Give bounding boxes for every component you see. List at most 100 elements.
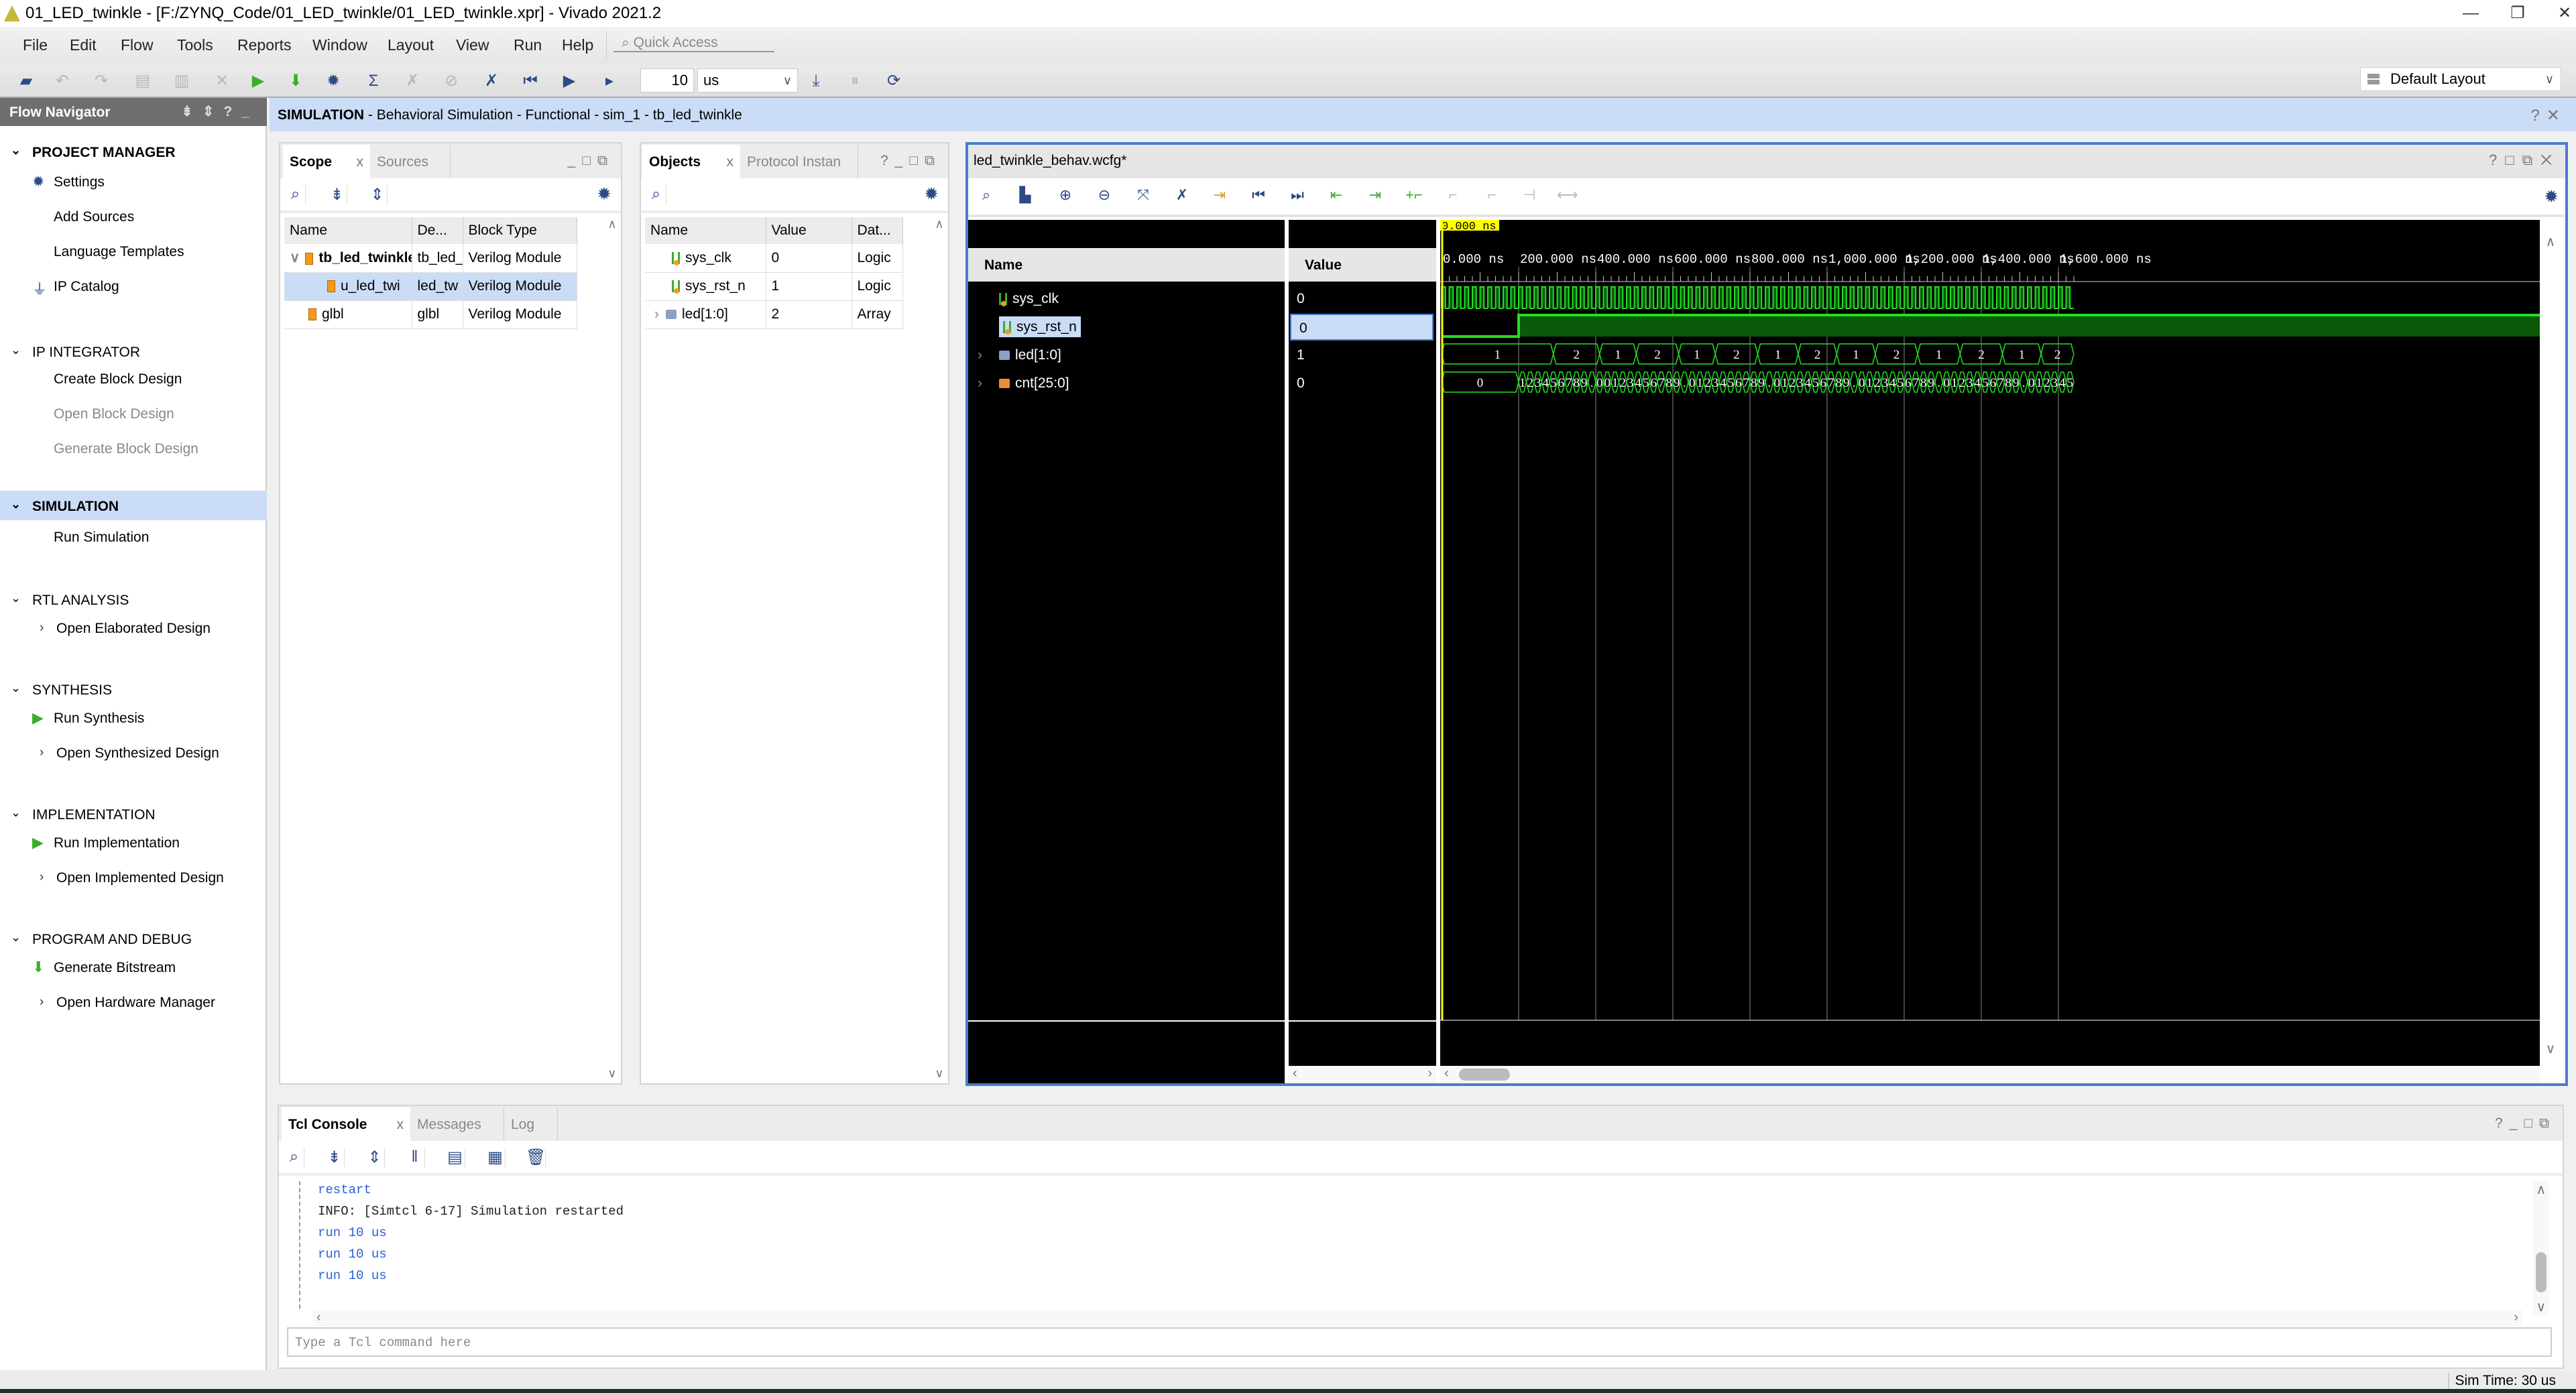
zoom-to-cursor-icon[interactable]: ✗: [1172, 186, 1192, 206]
open-project-icon[interactable]: ▰: [15, 70, 38, 93]
close-tab-icon[interactable]: x: [397, 1117, 404, 1133]
scroll-up-icon[interactable]: ∧: [2533, 1181, 2549, 1198]
col-name[interactable]: Name: [284, 217, 412, 244]
console-vscrollbar[interactable]: ∧ ∨: [2533, 1181, 2549, 1315]
run-all-icon[interactable]: ▶: [558, 70, 581, 93]
scroll-up-icon[interactable]: ∧: [2541, 233, 2560, 250]
menu-run[interactable]: Run: [514, 36, 542, 54]
scroll-down-icon[interactable]: ∨: [2541, 1040, 2560, 1057]
float-icon[interactable]: ⧉: [2539, 1115, 2556, 1131]
search-icon[interactable]: ⌕: [646, 185, 666, 205]
add-marker-icon[interactable]: +⌐: [1404, 186, 1424, 206]
copy-icon[interactable]: ▤: [445, 1148, 465, 1168]
scroll-left-icon[interactable]: ‹: [316, 1310, 321, 1325]
col-value[interactable]: Value: [766, 217, 852, 244]
float-icon[interactable]: ⧉: [597, 153, 614, 168]
scroll-down-icon[interactable]: ∨: [2533, 1298, 2549, 1315]
tab-objects[interactable]: Objects x: [642, 145, 740, 178]
tab-messages[interactable]: Messages: [410, 1107, 504, 1141]
nav-run-implementation[interactable]: ▶ Run Implementation: [32, 834, 180, 851]
break-icon[interactable]: ⏸: [843, 70, 866, 93]
redo-icon[interactable]: ↷: [90, 70, 113, 93]
close-icon[interactable]: ✕: [2546, 107, 2567, 125]
col-data-type[interactable]: Dat...: [852, 217, 903, 244]
close-tab-icon[interactable]: x: [357, 154, 364, 170]
save-icon[interactable]: ▙: [1015, 186, 1035, 206]
previous-transition-icon[interactable]: ⇤: [1326, 186, 1346, 206]
paste-icon[interactable]: ▥: [170, 70, 193, 93]
console-hscrollbar[interactable]: ‹ ›: [312, 1310, 2522, 1326]
waveform-plot[interactable]: 0.000 ns 200.000 ns 400.000 ns 600.000 ns 80…: [1440, 220, 2540, 1067]
minimize-button[interactable]: —: [2447, 1, 2494, 25]
zoom-out-icon[interactable]: ⊖: [1094, 186, 1114, 206]
nav-generate-block-design[interactable]: Generate Block Design: [54, 441, 198, 457]
table-row[interactable]: ∨ tb_led_twinkle tb_led_ Verilog Module: [284, 244, 577, 273]
scroll-thumb[interactable]: [2536, 1252, 2546, 1292]
close-tab-icon[interactable]: x: [727, 154, 734, 170]
menu-flow[interactable]: Flow: [121, 36, 154, 54]
section-project-manager[interactable]: ⌄ PROJECT MANAGER: [0, 137, 267, 166]
menu-layout[interactable]: Layout: [388, 36, 434, 54]
tab-sources[interactable]: Sources: [370, 145, 451, 178]
tab-protocol-instances[interactable]: Protocol Instan: [740, 145, 858, 178]
signal-row-cnt[interactable]: › cnt[25:0]: [968, 370, 1285, 397]
collapse-all-icon[interactable]: ⇟: [181, 104, 202, 119]
help-icon[interactable]: ?: [2495, 1115, 2510, 1131]
close-button[interactable]: ✕: [2541, 1, 2576, 25]
copy-icon[interactable]: ▤: [131, 70, 154, 93]
maximize-icon[interactable]: □: [582, 153, 597, 168]
minimize-icon[interactable]: _: [2510, 1115, 2524, 1131]
maximize-icon[interactable]: □: [2505, 152, 2522, 168]
menu-edit[interactable]: Edit: [70, 36, 97, 54]
gear-icon[interactable]: ✹: [924, 184, 939, 204]
menu-help[interactable]: Help: [562, 36, 593, 54]
menu-window[interactable]: Window: [312, 36, 367, 54]
scroll-up-icon[interactable]: ∧: [605, 217, 620, 231]
search-icon[interactable]: ⌕: [286, 185, 306, 205]
help-icon[interactable]: ?: [2489, 152, 2505, 168]
scroll-right-icon[interactable]: ›: [2514, 1310, 2518, 1325]
nav-open-hardware-manager[interactable]: › Open Hardware Manager: [40, 995, 215, 1011]
menu-tools[interactable]: Tools: [177, 36, 213, 54]
tab-log[interactable]: Log: [504, 1107, 558, 1141]
menu-file[interactable]: File: [23, 36, 48, 54]
scroll-right-icon[interactable]: ›: [1427, 1066, 1432, 1081]
go-to-cursor-icon[interactable]: ⇥: [1210, 186, 1230, 206]
undo-icon[interactable]: ↶: [51, 70, 74, 93]
restore-button[interactable]: ❐: [2494, 1, 2541, 25]
maximize-icon[interactable]: □: [2524, 1115, 2539, 1131]
expand-all-icon[interactable]: ⇕: [202, 104, 224, 119]
menu-reports[interactable]: Reports: [237, 36, 292, 54]
nav-run-simulation[interactable]: Run Simulation: [54, 530, 149, 546]
section-implementation[interactable]: ⌄ IMPLEMENTATION: [0, 799, 267, 829]
waveform-vscrollbar[interactable]: ∧ ∨: [2541, 220, 2560, 1067]
step-icon[interactable]: ⤓: [805, 70, 827, 93]
maximize-icon[interactable]: □: [909, 153, 925, 168]
run-icon[interactable]: ▶: [247, 70, 270, 93]
nav-language-templates[interactable]: Language Templates: [54, 244, 184, 260]
minimize-icon[interactable]: _: [568, 153, 583, 168]
tcl-command-input[interactable]: Type a Tcl command here: [287, 1327, 2552, 1357]
go-to-last-time-icon[interactable]: ⏭: [1287, 186, 1307, 206]
chevron-right-icon[interactable]: ›: [654, 306, 659, 322]
table-row[interactable]: glbl glbl Verilog Module: [284, 300, 577, 329]
search-icon[interactable]: ⌕: [284, 1148, 304, 1168]
delete-icon[interactable]: ✕: [211, 70, 233, 93]
search-icon[interactable]: ⌕: [976, 186, 996, 206]
value-header[interactable]: Value: [1289, 248, 1436, 282]
waveform-hscrollbar[interactable]: ‹: [1440, 1066, 2540, 1083]
swap-cursors-icon[interactable]: ⊣: [1519, 186, 1539, 206]
relaunch-icon[interactable]: ⟳: [882, 70, 905, 93]
float-icon[interactable]: ⧉: [2522, 152, 2541, 168]
restart-sim-icon[interactable]: ⏮: [519, 70, 542, 93]
nav-open-block-design[interactable]: Open Block Design: [54, 406, 174, 422]
nav-add-sources[interactable]: Add Sources: [54, 209, 134, 225]
value-hscrollbar[interactable]: ‹ ›: [1289, 1066, 1436, 1083]
chevron-right-icon[interactable]: ›: [978, 347, 982, 363]
run-time-input[interactable]: 10: [640, 68, 694, 93]
minimize-icon[interactable]: _: [241, 104, 259, 119]
section-rtl-analysis[interactable]: ⌄ RTL ANALYSIS: [0, 585, 267, 614]
nav-open-implemented-design[interactable]: › Open Implemented Design: [40, 870, 224, 886]
disabled-tool-icon[interactable]: ✗: [401, 70, 424, 93]
float-icon[interactable]: ⧉: [925, 153, 941, 168]
